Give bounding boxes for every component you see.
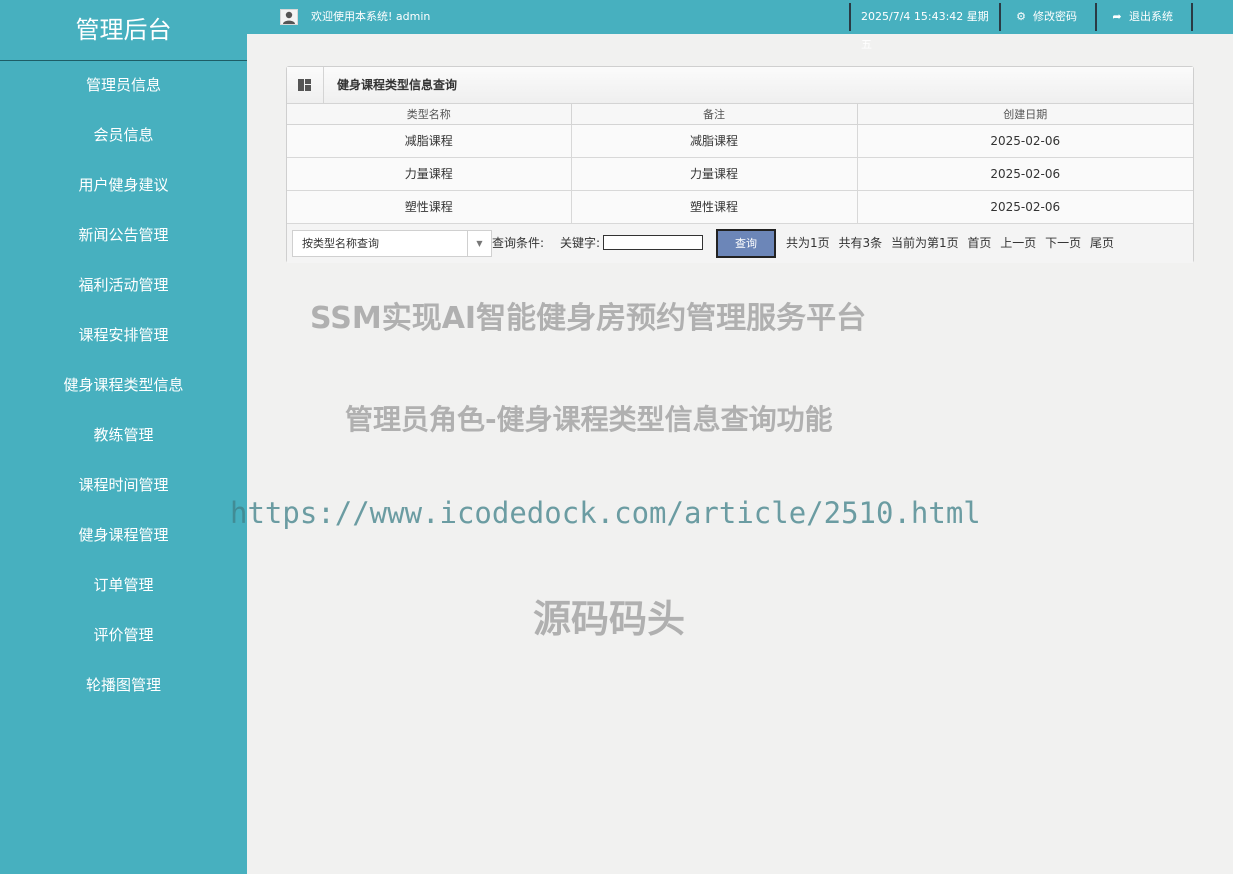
results-table: 类型名称 备注 创建日期 减脂课程 减脂课程 2025-02-06 力量课程 力… (287, 104, 1193, 224)
sidebar-item-coach[interactable]: 教练管理 (0, 411, 247, 461)
sidebar-item-news[interactable]: 新闻公告管理 (0, 211, 247, 261)
sidebar-title: 管理后台 (0, 0, 247, 61)
panel-title: 健身课程类型信息查询 (337, 78, 458, 92)
keyword-input[interactable] (603, 234, 703, 250)
sidebar-item-course-schedule[interactable]: 课程安排管理 (0, 311, 247, 361)
table-cell: 力量课程 (287, 157, 572, 191)
sidebar-item-admin-info[interactable]: 管理员信息 (0, 61, 247, 111)
table-header-row: 类型名称 备注 创建日期 (287, 104, 1193, 125)
table-row: 力量课程 力量课程 2025-02-06 (287, 157, 1193, 191)
sidebar-item-fitness-advice[interactable]: 用户健身建议 (0, 161, 247, 211)
table-cell: 2025-02-06 (857, 157, 1193, 191)
sidebar-item-orders[interactable]: 订单管理 (0, 561, 247, 611)
search-button[interactable]: 查询 (716, 228, 776, 258)
table-cell: 减脂课程 (287, 124, 572, 158)
total-pages: 共为1页 (786, 235, 830, 250)
prev-page-link[interactable]: 上一页 (1000, 236, 1036, 250)
keyword-label: 关键字: (560, 235, 601, 250)
last-page-link[interactable]: 尾页 (1090, 236, 1114, 250)
watermark-subtitle: 管理员角色-健身课程类型信息查询功能 (345, 403, 833, 436)
query-panel: 健身课程类型信息查询 类型名称 备注 创建日期 减脂课程 减脂课程 2025-0… (286, 66, 1194, 263)
watermark-url: https://www.icodedock.com/article/2510.h… (230, 496, 981, 530)
next-page-link[interactable]: 下一页 (1045, 236, 1081, 250)
table-cell: 2025-02-06 (857, 124, 1193, 158)
panel-header: 健身课程类型信息查询 (287, 67, 1193, 104)
sidebar-item-reviews[interactable]: 评价管理 (0, 611, 247, 661)
table-row: 塑性课程 塑性课程 2025-02-06 (287, 190, 1193, 224)
total-records: 共有3条 (838, 235, 883, 250)
top-bar: 欢迎使用本系统! admin 2025/7/4 15:43:42 星期五 ⚙ 修改… (247, 0, 1233, 51)
table-cell: 减脂课程 (571, 124, 858, 158)
watermark-title: SSM实现AI智能健身房预约管理服务平台 (310, 301, 867, 336)
arrow-icon: ➦ (1112, 10, 1122, 23)
chevron-down-icon[interactable]: ▼ (467, 230, 491, 256)
logout-label: 退出系统 (1129, 10, 1173, 23)
table-cell: 塑性课程 (287, 190, 572, 224)
sidebar-item-member-info[interactable]: 会员信息 (0, 111, 247, 161)
sidebar: 管理后台 管理员信息 会员信息 用户健身建议 新闻公告管理 福利活动管理 课程安… (0, 0, 247, 874)
user-icon (280, 9, 298, 25)
sidebar-item-course-type[interactable]: 健身课程类型信息 (0, 361, 247, 411)
table-row: 减脂课程 减脂课程 2025-02-06 (287, 124, 1193, 158)
table-cell: 2025-02-06 (857, 190, 1193, 224)
sidebar-menu: 管理员信息 会员信息 用户健身建议 新闻公告管理 福利活动管理 课程安排管理 健… (0, 61, 247, 711)
sidebar-item-course-time[interactable]: 课程时间管理 (0, 461, 247, 511)
watermark-brand: 源码码头 (533, 597, 686, 641)
gear-icon: ⚙ (1016, 10, 1026, 23)
datetime-display: 2025/7/4 15:43:42 星期五 (849, 3, 999, 51)
sidebar-item-carousel[interactable]: 轮播图管理 (0, 661, 247, 711)
pagination: 共为1页 共有3条 当前为第1页 首页 上一页 下一页 尾页 (786, 224, 1119, 263)
table-cell: 力量课程 (571, 157, 858, 191)
search-bar: 按类型名称查询 ▼ 查询条件: 关键字: 查询 共为1页 共有3条 当前为第1页… (287, 223, 1193, 263)
grid-icon (287, 67, 324, 103)
sidebar-item-fitness-course[interactable]: 健身课程管理 (0, 511, 247, 561)
search-type-value: 按类型名称查询 (302, 236, 379, 250)
sidebar-item-benefit-activity[interactable]: 福利活动管理 (0, 261, 247, 311)
current-page: 当前为第1页 (890, 235, 959, 250)
change-password-label: 修改密码 (1033, 10, 1077, 23)
welcome-text: 欢迎使用本系统! admin (311, 10, 431, 23)
search-type-select[interactable]: 按类型名称查询 ▼ (292, 229, 492, 257)
column-header-type-name: 类型名称 (287, 104, 572, 125)
condition-label: 查询条件: (492, 235, 545, 250)
logout-link[interactable]: ➦ 退出系统 (1095, 3, 1193, 31)
change-password-link[interactable]: ⚙ 修改密码 (999, 3, 1095, 31)
table-cell: 塑性课程 (571, 190, 858, 224)
column-header-remark: 备注 (571, 104, 858, 125)
column-header-created-date: 创建日期 (857, 104, 1193, 125)
first-page-link[interactable]: 首页 (967, 236, 991, 250)
